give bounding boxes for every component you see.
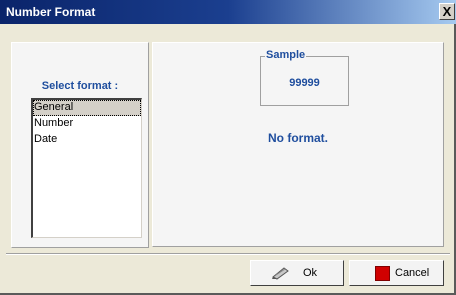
- button-separator: [6, 253, 450, 255]
- title-bar[interactable]: Number Format X: [0, 0, 456, 24]
- dialog-body: Select format : General Number Date Samp…: [4, 29, 450, 255]
- sample-value: 99999: [289, 77, 320, 89]
- ok-label: Ok: [303, 267, 318, 279]
- preview-panel: Sample 99999 No format.: [152, 42, 444, 247]
- select-format-label: Select format :: [41, 80, 119, 92]
- sample-title: Sample: [265, 49, 307, 61]
- cancel-label: Cancel: [395, 267, 430, 279]
- cancel-button[interactable]: Cancel: [349, 260, 444, 286]
- close-button[interactable]: X: [439, 3, 455, 20]
- close-icon: X: [442, 4, 452, 19]
- window-title: Number Format: [6, 5, 96, 19]
- format-status-text: No format.: [268, 131, 328, 145]
- select-format-panel: Select format : General Number Date: [11, 42, 149, 248]
- list-item-general[interactable]: General: [33, 100, 141, 116]
- list-item-number[interactable]: Number: [33, 116, 141, 132]
- format-list[interactable]: General Number Date: [31, 98, 142, 238]
- list-item-date[interactable]: Date: [33, 132, 141, 148]
- number-format-dialog: Number Format X Select format : General …: [0, 0, 456, 295]
- sample-groupbox: Sample 99999: [260, 49, 349, 106]
- pen-icon: [271, 266, 291, 283]
- ok-button[interactable]: Ok: [250, 260, 344, 286]
- red-square-icon: [375, 266, 390, 281]
